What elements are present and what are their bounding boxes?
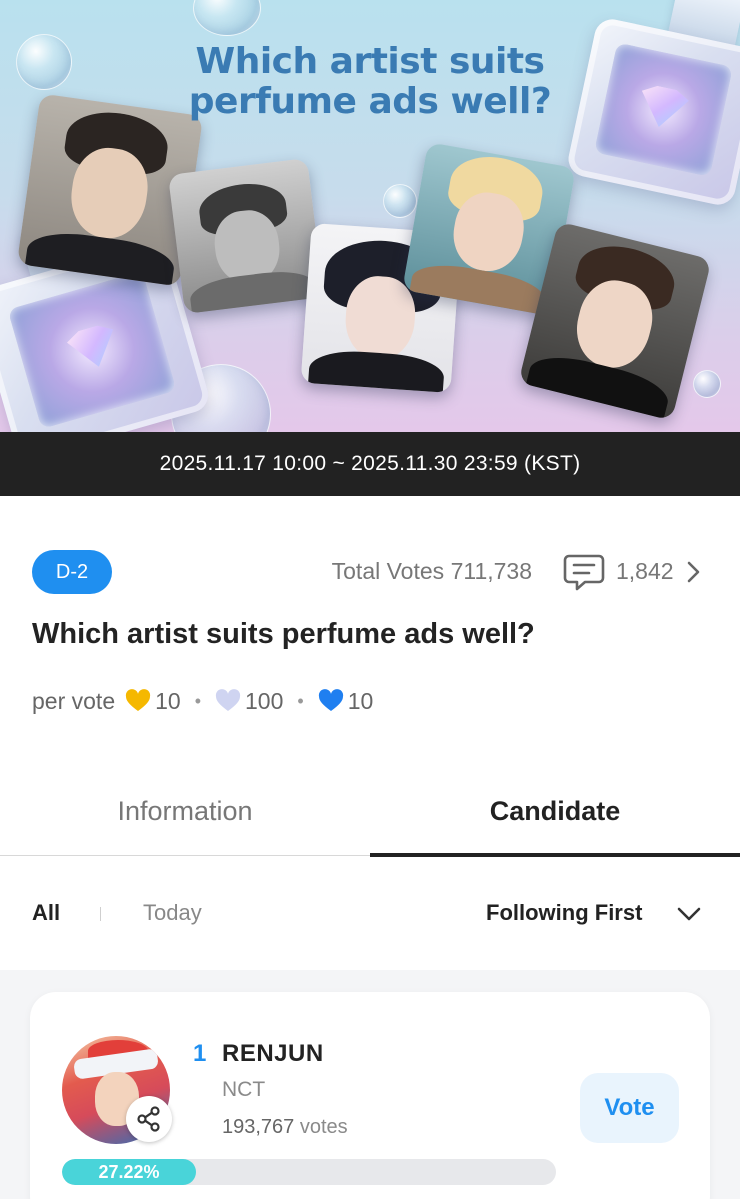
lavender-heart-icon xyxy=(215,689,241,711)
comment-count[interactable]: 1,842 xyxy=(616,558,674,585)
blue-heart-cost: 10 xyxy=(347,687,374,714)
blue-heart-icon xyxy=(318,689,343,711)
filter-all[interactable]: All xyxy=(32,900,60,926)
tab-information[interactable]: Information xyxy=(0,780,370,856)
total-votes-label: Total Votes xyxy=(331,558,445,584)
chevron-down-icon[interactable] xyxy=(676,905,702,923)
dday-badge: D-2 xyxy=(32,550,112,594)
bubble-decoration xyxy=(693,370,721,398)
perfume-bottle xyxy=(565,16,740,208)
separator-dot: • xyxy=(297,690,304,711)
filter-divider xyxy=(100,907,101,921)
active-tab-indicator xyxy=(370,853,740,857)
filter-today[interactable]: Today xyxy=(143,900,202,926)
per-vote-label: per vote xyxy=(32,687,116,714)
candidate-group: NCT xyxy=(222,1078,266,1101)
lavender-heart-cost: 100 xyxy=(245,687,284,714)
bubble-decoration xyxy=(16,34,72,90)
gold-heart-icon xyxy=(125,689,151,711)
body-shape xyxy=(306,347,446,394)
candidate-votes-unit: votes xyxy=(299,1116,348,1138)
candidate-votes: 193,767 votes xyxy=(222,1116,348,1139)
chevron-right-icon[interactable] xyxy=(684,560,702,584)
total-votes: Total Votes 711,738 xyxy=(300,558,532,585)
vote-button[interactable]: Vote xyxy=(580,1073,679,1143)
body-shape xyxy=(188,267,319,315)
candidate-rank: 1 xyxy=(193,1040,207,1067)
total-votes-value: 711,738 xyxy=(450,558,532,584)
sort-dropdown[interactable]: Following First xyxy=(486,900,642,926)
candidate-name: RENJUN xyxy=(222,1040,324,1067)
artist-photo xyxy=(167,157,325,315)
bubble-decoration xyxy=(383,184,417,218)
vote-period: 2025.11.17 10:00 ~ 2025.11.30 23:59 (KST… xyxy=(0,432,740,496)
gold-heart-cost: 10 xyxy=(155,687,181,714)
share-button[interactable] xyxy=(126,1096,172,1142)
banner-title: Which artist suits perfume ads well? xyxy=(188,41,552,122)
vote-share-label: 27.22% xyxy=(98,1162,160,1182)
tab-candidate[interactable]: Candidate xyxy=(370,780,740,856)
event-banner: Which artist suits perfume ads well? xyxy=(0,0,740,432)
bubble-decoration xyxy=(193,0,261,36)
share-icon xyxy=(137,1106,160,1132)
per-vote-costs: per vote 10 • 100 • 10 xyxy=(32,686,373,716)
comment-icon[interactable] xyxy=(563,552,605,592)
vote-title: Which artist suits perfume ads well? xyxy=(32,618,535,650)
candidate-votes-value: 193,767 xyxy=(222,1116,295,1138)
separator-dot: • xyxy=(194,690,202,711)
